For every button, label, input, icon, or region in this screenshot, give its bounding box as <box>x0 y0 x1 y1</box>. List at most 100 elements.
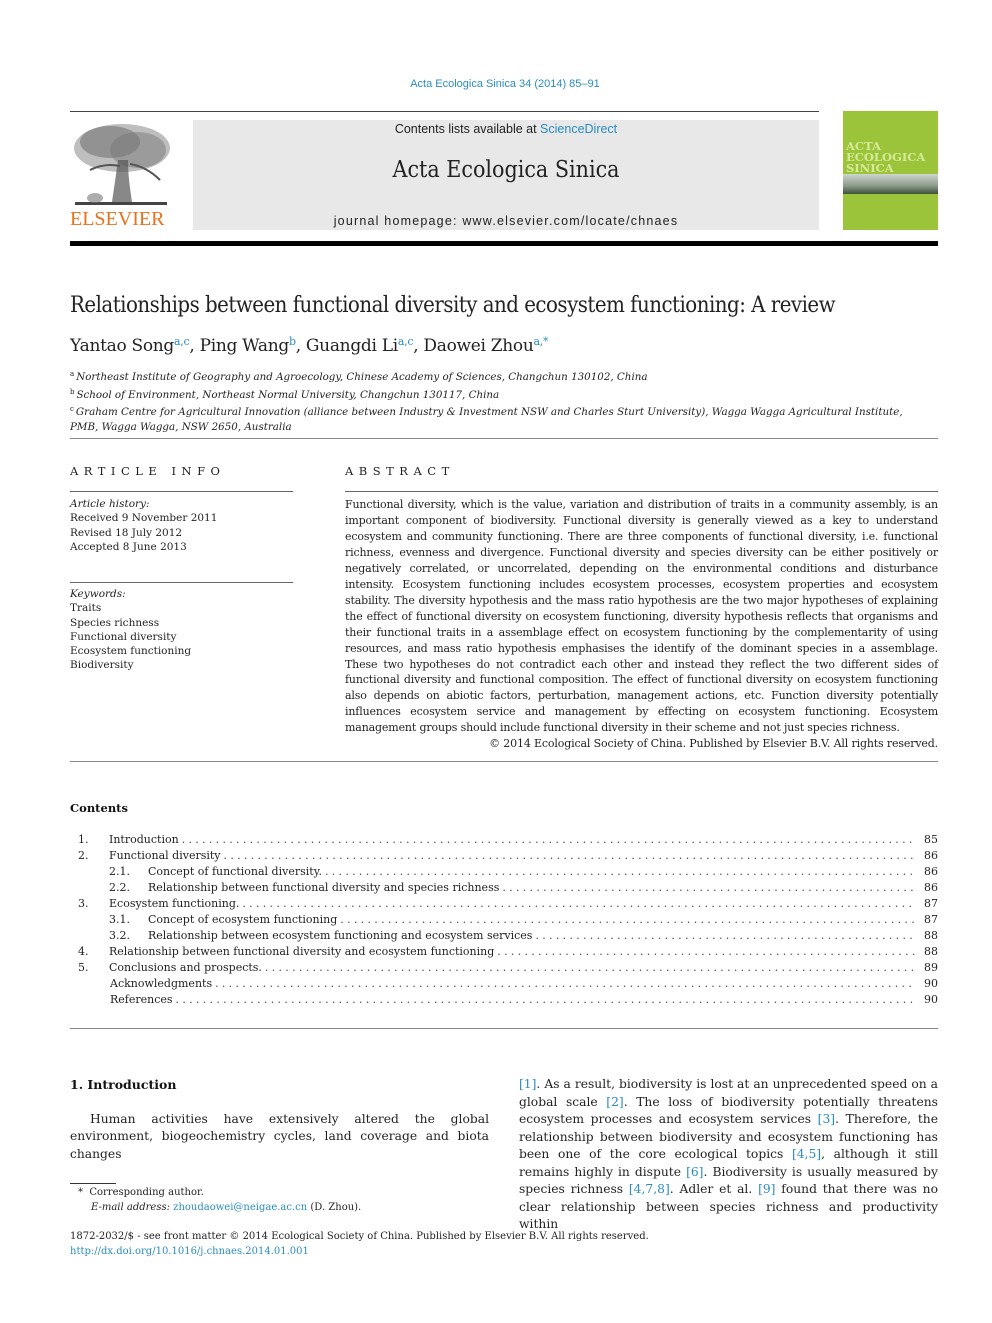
toc-label[interactable]: Conclusions and prospects. <box>109 960 265 976</box>
toc-label[interactable]: Acknowledgments <box>110 976 216 992</box>
toc-label[interactable]: Relationship between functional diversit… <box>109 944 498 960</box>
toc-entry[interactable]: Acknowledgments.........................… <box>78 976 938 992</box>
keyword: Species richness <box>70 616 160 629</box>
toc-entry[interactable]: 2. Functional diversity..................… <box>78 848 938 864</box>
journal-banner: Contents lists available at ScienceDirec… <box>193 120 819 230</box>
keywords: Keywords: Traits Species richness Functi… <box>70 587 191 673</box>
toc-page-number: 90 <box>924 993 938 1006</box>
article-info-rule <box>70 491 293 492</box>
author-affiliation-mark[interactable]: a,* <box>534 335 549 348</box>
affiliation-mark: b <box>70 387 75 396</box>
toc-entry[interactable]: 3.1. Concept of ecosystem functioning....… <box>78 912 938 928</box>
section-rule <box>70 761 938 762</box>
toc-leader-dots: ........................................… <box>242 897 916 910</box>
doi-link[interactable]: http://dx.doi.org/10.1016/j.chnaes.2014.… <box>70 1245 649 1260</box>
reference-link[interactable]: [4,5] <box>792 1147 821 1161</box>
reference-link[interactable]: [4,7,8] <box>629 1182 670 1196</box>
article-title: Relationships between functional diversi… <box>70 293 836 318</box>
author-list: Yantao Songa,c, Ping Wangb, Guangdi Lia,… <box>70 335 548 356</box>
toc-entry[interactable]: 3. Ecosystem functioning.................… <box>78 896 938 912</box>
toc-page-number: 88 <box>924 945 938 958</box>
body-text: . Adler et al. <box>669 1182 759 1196</box>
toc-entry[interactable]: 3.2. Relationship between ecosystem funct… <box>78 928 938 944</box>
author-separator: , <box>413 336 424 356</box>
toc-label[interactable]: Introduction <box>109 832 182 848</box>
journal-cover-thumbnail[interactable]: ACTA ECOLOGICA SINICA <box>843 111 938 230</box>
abstract-rule <box>345 491 938 492</box>
footnote-text: Corresponding author. <box>89 1187 204 1198</box>
reference-link[interactable]: [2] <box>606 1095 623 1109</box>
toc-entry[interactable]: 2.1. Concept of functional diversity.....… <box>78 864 938 880</box>
keyword: Functional diversity <box>70 630 177 643</box>
toc-leader-dots: ........................................… <box>535 929 916 942</box>
author-name[interactable]: Yantao Song <box>70 336 174 356</box>
toc-entry[interactable]: 4. Relationship between functional divers… <box>78 944 938 960</box>
keywords-label: Keywords: <box>70 588 126 600</box>
author-name[interactable]: Guangdi Li <box>306 336 398 356</box>
affiliation-text: PMB, Wagga Wagga, NSW 2650, Australia <box>70 420 292 433</box>
elsevier-tree-icon <box>74 124 170 205</box>
author-name[interactable]: Daowei Zhou <box>423 336 533 356</box>
toc-leader-dots: ........................................… <box>264 961 916 974</box>
author-name[interactable]: Ping Wang <box>200 336 290 356</box>
toc-label[interactable]: Relationship between ecosystem functioni… <box>148 928 536 944</box>
abstract-text: Functional diversity, which is the value… <box>345 498 938 735</box>
toc-label[interactable]: Ecosystem functioning. <box>109 896 243 912</box>
footnote-mark: * <box>78 1187 83 1198</box>
toc-page-number: 86 <box>924 881 938 894</box>
elsevier-logo[interactable]: ELSEVIER <box>70 120 172 232</box>
toc-number: 2.2. <box>109 881 130 894</box>
toc-page-number: 87 <box>924 913 938 926</box>
toc-entry[interactable]: 1. Introduction..........................… <box>78 832 938 848</box>
toc-label[interactable]: Relationship between functional diversit… <box>148 880 503 896</box>
toc-entry[interactable]: 5. Conclusions and prospects.............… <box>78 960 938 976</box>
toc-entry[interactable]: 2.2. Relationship between functional dive… <box>78 880 938 896</box>
toc-page-number: 86 <box>924 865 938 878</box>
cover-photo <box>843 174 938 194</box>
toc-leader-dots: ........................................… <box>502 881 916 894</box>
article-history-label: Article history: <box>70 498 150 510</box>
front-matter: 1872-2032/$ - see front matter © 2014 Ec… <box>70 1230 649 1259</box>
author-affiliation-mark[interactable]: a,c <box>398 335 414 348</box>
article-info-heading: ARTICLE INFO <box>70 464 226 478</box>
footnote-rule <box>70 1183 116 1184</box>
toc-entry[interactable]: References..............................… <box>78 992 938 1008</box>
introduction-left-column: Human activities have extensively altere… <box>70 1112 489 1161</box>
toc-number: 3.1. <box>109 913 130 926</box>
toc-page-number: 89 <box>924 961 938 974</box>
sciencedirect-link[interactable]: ScienceDirect <box>540 122 617 136</box>
toc-page-number: 90 <box>924 977 938 990</box>
introduction-right-column: [1]. As a result, biodiversity is lost a… <box>519 1076 938 1234</box>
author-affiliation-mark[interactable]: b <box>289 335 296 348</box>
email-label: E-mail address: <box>91 1201 170 1213</box>
toc-leader-dots: ........................................… <box>497 945 916 958</box>
elsevier-wordmark: ELSEVIER <box>70 208 165 230</box>
affiliation: PMB, Wagga Wagga, NSW 2650, Australia <box>70 420 903 435</box>
email-link[interactable]: zhoudaowei@neigae.ac.cn <box>173 1202 307 1213</box>
toc-page-number: 85 <box>924 833 938 846</box>
reference-link[interactable]: [3] <box>818 1112 835 1126</box>
author-separator: , <box>295 336 306 356</box>
affiliation: b School of Environment, Northeast Normal… <box>70 385 903 403</box>
toc-label[interactable]: Functional diversity <box>109 848 224 864</box>
author-affiliation-mark[interactable]: a,c <box>174 335 190 348</box>
cover-title: ACTA ECOLOGICA SINICA <box>846 140 925 174</box>
history-accepted: Accepted 8 June 2013 <box>70 540 187 553</box>
affiliation-mark: a <box>70 370 75 378</box>
toc-number: 2.1. <box>109 865 130 878</box>
toc-label[interactable]: Concept of functional diversity. <box>148 864 325 880</box>
toc-label[interactable]: References <box>110 992 176 1008</box>
keyword: Traits <box>70 602 102 615</box>
reference-link[interactable]: [1] <box>519 1077 536 1091</box>
affiliation-text: Northeast Institute of Geography and Agr… <box>76 371 648 383</box>
reference-link[interactable]: [6] <box>686 1165 703 1179</box>
toc-leader-dots: ........................................… <box>175 993 916 1006</box>
header-rule <box>70 111 819 112</box>
journal-homepage-link[interactable]: journal homepage: www.elsevier.com/locat… <box>193 214 819 228</box>
affiliation-text: School of Environment, Northeast Normal … <box>76 388 500 401</box>
toc-number: 1. <box>78 833 89 846</box>
toc-leader-dots: ........................................… <box>340 913 916 926</box>
reference-link[interactable]: [9] <box>758 1182 775 1196</box>
toc-label[interactable]: Concept of ecosystem functioning <box>148 912 341 928</box>
journal-citation-link[interactable]: Acta Ecologica Sinica 34 (2014) 85–91 <box>0 78 992 90</box>
